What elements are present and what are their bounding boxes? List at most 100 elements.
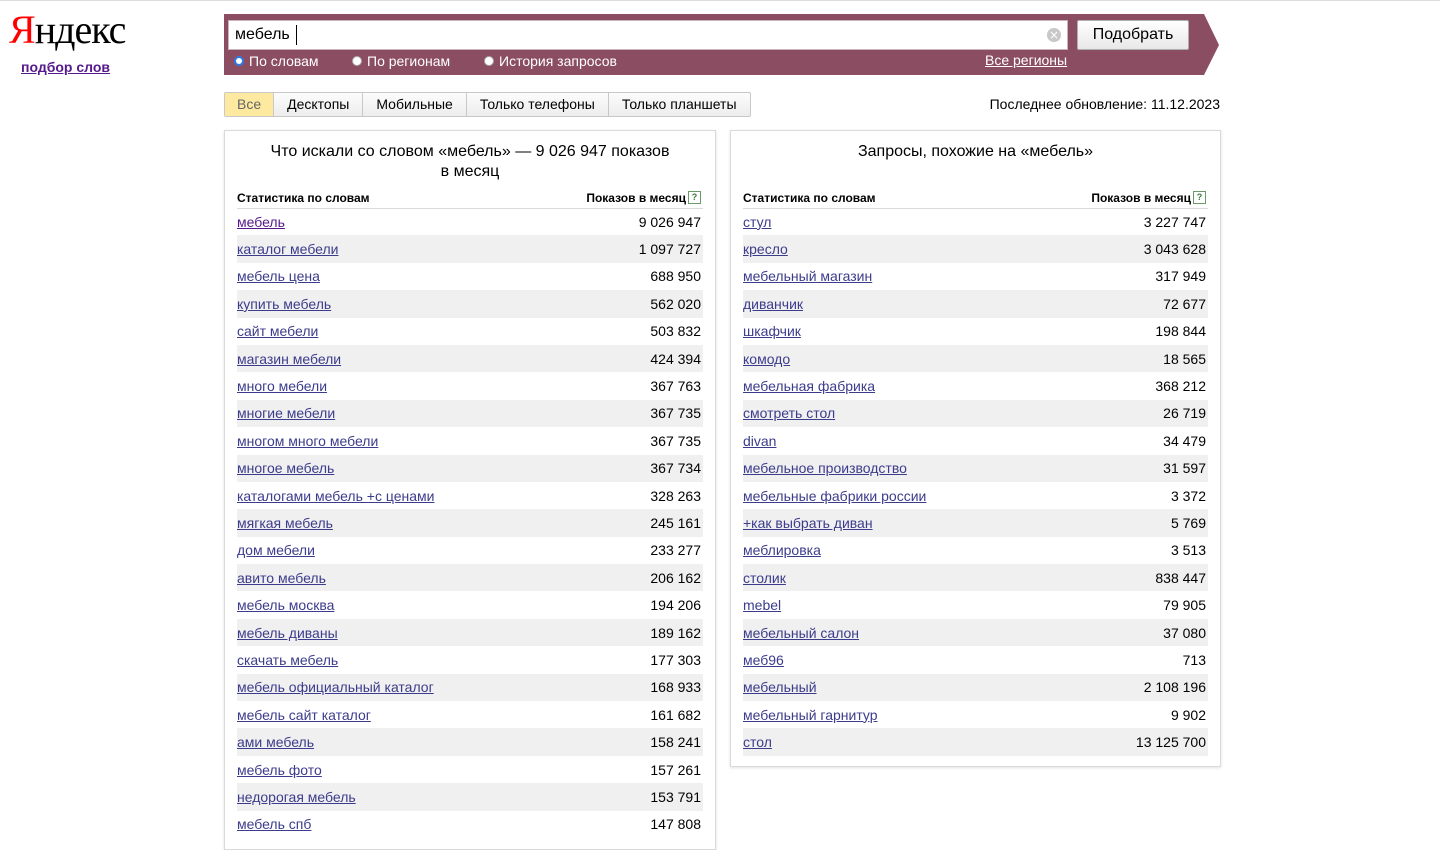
help-icon[interactable]: ?: [688, 191, 701, 204]
impressions-count: 189 162: [650, 624, 701, 641]
phrase-link[interactable]: многие мебели: [237, 405, 335, 421]
panel-title: Что искали со словом «мебель» — 9 026 94…: [270, 143, 670, 180]
impressions-count: 147 808: [650, 816, 701, 833]
mode-query-history[interactable]: История запросов: [484, 52, 617, 70]
phrase-link[interactable]: мебель: [237, 214, 285, 230]
tab-mobile[interactable]: Мобильные: [362, 93, 466, 116]
radio-icon[interactable]: [484, 56, 494, 66]
phrase-link[interactable]: каталогами мебель +с ценами: [237, 488, 434, 504]
impressions-count: 367 735: [650, 405, 701, 422]
phrase-link[interactable]: мебельный: [743, 679, 817, 695]
tab-phones-only[interactable]: Только телефоны: [465, 93, 608, 116]
phrase-link[interactable]: шкафчик: [743, 323, 801, 339]
phrase-link[interactable]: дом мебели: [237, 542, 315, 558]
phrase-link[interactable]: мебель москва: [237, 597, 334, 613]
phrase-link[interactable]: меблировка: [743, 542, 821, 558]
table-row: шкафчик 198 844: [743, 318, 1208, 345]
phrase-link[interactable]: купить мебель: [237, 296, 331, 312]
phrase-link[interactable]: divan: [743, 433, 776, 449]
table-row: меблировка 3 513: [743, 537, 1208, 564]
phrase-link[interactable]: +как выбрать диван: [743, 515, 873, 531]
word-stats-panel: Что искали со словом «мебель» — 9 026 94…: [224, 130, 716, 850]
table-row: мебельная фабрика 368 212: [743, 372, 1208, 399]
phrase-link[interactable]: меб96: [743, 652, 784, 668]
phrase-link[interactable]: много мебели: [237, 378, 327, 394]
table-row: мебельный гарнитур 9 902: [743, 701, 1208, 728]
phrase-link[interactable]: скачать мебель: [237, 652, 338, 668]
phrase-link[interactable]: комодо: [743, 351, 790, 367]
phrase-link[interactable]: авито мебель: [237, 570, 326, 586]
table-row: мебель фото 157 261: [237, 756, 703, 783]
table-row: мебель 9 026 947: [237, 208, 703, 235]
phrase-link[interactable]: mebel: [743, 597, 781, 613]
impressions-count: 233 277: [650, 542, 701, 559]
phrase-link[interactable]: кресло: [743, 241, 788, 257]
impressions-count: 713: [1182, 651, 1206, 668]
phrase-link[interactable]: мебель цена: [237, 268, 320, 284]
phrase-link[interactable]: смотреть стол: [743, 405, 835, 421]
impressions-count: 688 950: [650, 268, 701, 285]
impressions-count: 157 261: [650, 761, 701, 778]
phrase-link[interactable]: стул: [743, 214, 771, 230]
phrase-link[interactable]: столик: [743, 570, 786, 586]
help-icon[interactable]: ?: [1193, 191, 1206, 204]
clear-icon[interactable]: ×: [1047, 28, 1061, 42]
phrase-link[interactable]: сайт мебели: [237, 323, 318, 339]
column-count: Показов в месяц: [1091, 191, 1191, 205]
phrase-link[interactable]: мебель официальный каталог: [237, 679, 434, 695]
table-row: смотреть стол 26 719: [743, 399, 1208, 428]
impressions-count: 3 513: [1170, 542, 1206, 559]
phrase-link[interactable]: мебель фото: [237, 762, 322, 778]
phrase-link[interactable]: магазин мебели: [237, 351, 341, 367]
phrase-link[interactable]: мебельный салон: [743, 625, 859, 641]
impressions-count: 503 832: [650, 323, 701, 340]
phrase-link[interactable]: мебельный магазин: [743, 268, 872, 284]
impressions-count: 72 677: [1163, 295, 1206, 312]
tab-all[interactable]: Все: [225, 93, 274, 116]
impressions-count: 9 026 947: [638, 213, 701, 230]
table-header: Статистика по словам Показов в месяц ?: [743, 190, 1208, 209]
phrase-link[interactable]: мебельные фабрики россии: [743, 488, 926, 504]
submit-search-button[interactable]: Подобрать: [1077, 20, 1189, 50]
phrase-link[interactable]: ами мебель: [237, 734, 314, 750]
impressions-count: 153 791: [650, 788, 701, 805]
mode-by-words[interactable]: По словам: [234, 52, 319, 70]
column-phrase: Статистика по словам: [237, 191, 370, 205]
mode-label: По словам: [249, 53, 319, 69]
radio-icon[interactable]: [352, 56, 362, 66]
panel-title: Запросы, похожие на «мебель»: [857, 143, 1094, 160]
phrase-link[interactable]: диванчик: [743, 296, 803, 312]
phrase-link[interactable]: многое мебель: [237, 460, 334, 476]
impressions-count: 2 108 196: [1143, 679, 1206, 696]
wordstat-link[interactable]: подбор слов: [21, 59, 110, 75]
phrase-link[interactable]: каталог мебели: [237, 241, 339, 257]
tab-tablets-only[interactable]: Только планшеты: [607, 93, 750, 116]
phrase-link[interactable]: недорогая мебель: [237, 789, 356, 805]
device-tabs: Все Десктопы Мобильные Только телефоны Т…: [224, 92, 751, 117]
impressions-count: 37 080: [1163, 624, 1206, 641]
table-row: стул 3 227 747: [743, 208, 1208, 235]
table-row: скачать мебель 177 303: [237, 646, 703, 673]
phrase-link[interactable]: стол: [743, 734, 772, 750]
phrase-link[interactable]: мебель сайт каталог: [237, 707, 371, 723]
yandex-logo[interactable]: Яндекс: [9, 8, 126, 52]
phrase-link[interactable]: многом много мебели: [237, 433, 378, 449]
phrase-link[interactable]: мебельный гарнитур: [743, 707, 878, 723]
impressions-count: 317 949: [1155, 268, 1206, 285]
table-row: многие мебели 367 735: [237, 399, 703, 428]
impressions-count: 5 769: [1170, 514, 1206, 531]
phrase-link[interactable]: мебель диваны: [237, 625, 338, 641]
table-row: divan 34 479: [743, 427, 1208, 454]
impressions-count: 3 227 747: [1143, 213, 1206, 230]
radio-icon[interactable]: [234, 56, 244, 66]
search-input-value: мебель: [235, 26, 290, 43]
all-regions-link[interactable]: Все регионы: [985, 52, 1067, 68]
phrase-link[interactable]: мебельная фабрика: [743, 378, 875, 394]
search-input[interactable]: мебель ×: [228, 20, 1068, 50]
tab-desktops[interactable]: Десктопы: [273, 93, 362, 116]
phrase-link[interactable]: мебельное производство: [743, 460, 907, 476]
mode-by-regions[interactable]: По регионам: [352, 52, 450, 70]
phrase-link[interactable]: мягкая мебель: [237, 515, 333, 531]
phrase-link[interactable]: мебель спб: [237, 816, 311, 832]
table-body: мебель 9 026 947 каталог мебели 1 097 727 ме…: [237, 208, 703, 838]
